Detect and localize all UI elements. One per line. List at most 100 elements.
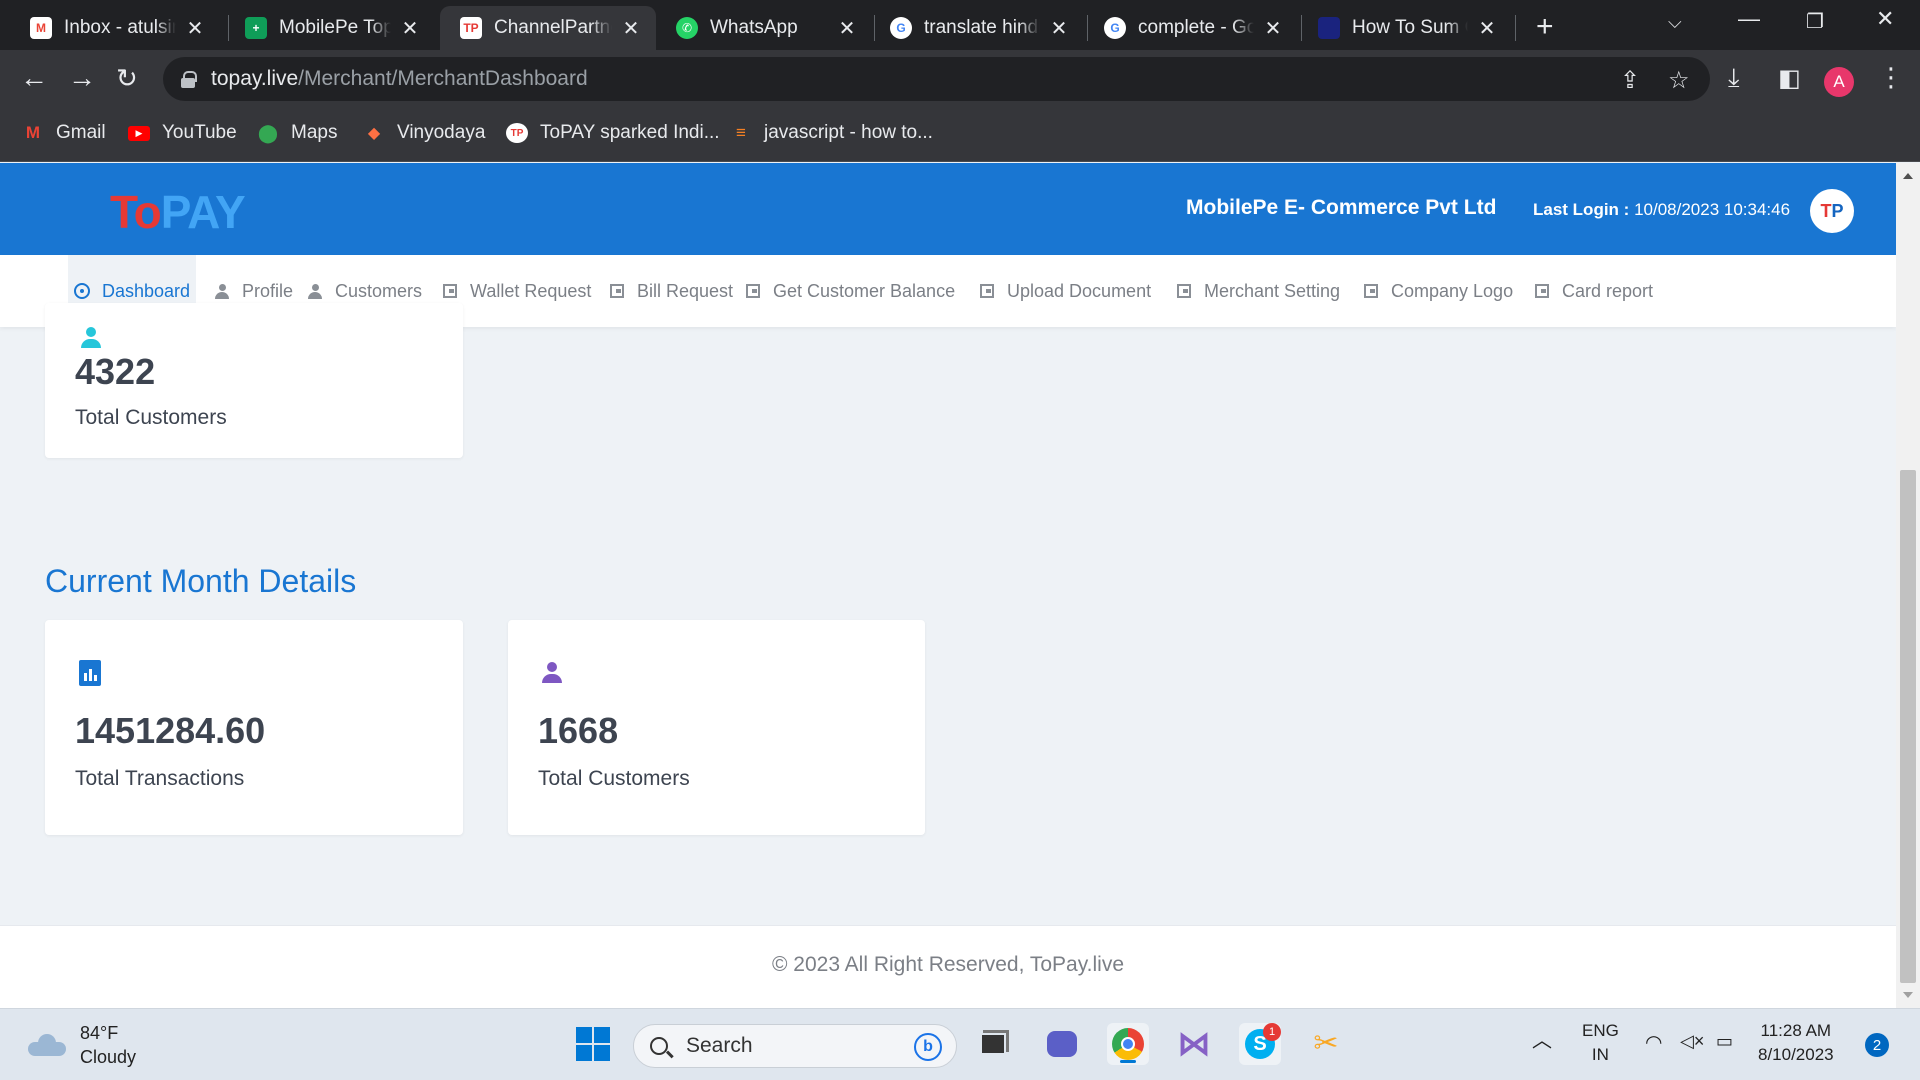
weather-condition: Cloudy [80,1047,137,1067]
browser-tab-strip: M Inbox - atulsingh ✕ + MobilePe Topay ✕… [0,0,1920,50]
nav-merchant-setting[interactable]: Merchant Setting [1176,255,1340,327]
tab-title: Inbox - atulsingh [64,17,176,38]
stat-label: Total Customers [75,406,227,429]
sheets-icon: + [245,17,267,39]
start-button[interactable] [572,1023,614,1065]
bookmark-maps[interactable]: ⬤ Maps [257,122,338,144]
wallet-icon [1176,283,1192,299]
dashboard-icon [74,283,90,299]
address-bar[interactable]: topay.live/Merchant/MerchantDashboard ⇪ … [163,57,1710,101]
visual-studio-icon: ⋈ [1177,1025,1211,1063]
bookmark-gmail[interactable]: M Gmail [22,122,106,144]
notification-badge[interactable]: 2 [1865,1033,1889,1057]
nav-bill-request[interactable]: Bill Request [609,255,733,327]
logo-to: To [110,186,162,238]
url-host: topay.live [211,67,299,90]
nav-get-customer-balance[interactable]: Get Customer Balance [745,255,955,327]
close-icon[interactable]: ✕ [620,16,642,41]
snipping-tool-button[interactable]: ✂ [1305,1023,1347,1065]
url-text[interactable]: topay.live/Merchant/MerchantDashboard [211,67,588,91]
nav-label: Dashboard [102,280,191,301]
customer-icon [542,662,562,684]
nav-wallet-request[interactable]: Wallet Request [442,255,591,327]
menu-kebab-icon[interactable]: ⋮ [1878,62,1904,93]
user-icon [307,283,323,299]
nav-label: Wallet Request [470,280,592,301]
close-icon[interactable]: ✕ [399,16,421,41]
nav-label: Merchant Setting [1204,280,1341,301]
close-icon[interactable]: ✕ [1476,16,1498,41]
nav-label: Bill Request [637,280,734,301]
weather-temperature: 84°F [80,1023,119,1043]
side-panel-icon[interactable]: ◧ [1778,64,1801,93]
scroll-down-arrow-icon[interactable] [1903,992,1913,998]
tab-title: translate hindi [924,17,1040,38]
skype-button[interactable]: S 1 [1239,1023,1281,1065]
task-view-button[interactable] [972,1023,1014,1065]
windows-logo-icon [576,1027,610,1061]
close-icon[interactable]: ✕ [1262,16,1284,41]
taskbar-search[interactable]: Search b [633,1024,957,1068]
speaker-muted-icon[interactable]: ◁× [1680,1029,1704,1053]
close-icon[interactable]: ✕ [1048,16,1070,41]
nav-card-report[interactable]: Card report [1534,255,1653,327]
nav-label: Upload Document [1007,280,1152,301]
topay-icon: TP [460,17,482,39]
tab-translate[interactable]: G translate hindi ✕ [870,6,1084,50]
battery-icon[interactable]: ▭ [1716,1029,1733,1053]
tab-title: ChannelPartner [494,17,612,38]
page-scrollbar[interactable] [1896,163,1920,1008]
tab-search-icon[interactable]: ⌵ [1668,12,1682,33]
google-icon: G [890,17,912,39]
scrollbar-thumb[interactable] [1900,470,1916,983]
nav-upload-document[interactable]: Upload Document [979,255,1151,327]
nav-label: Card report [1562,280,1654,301]
tab-how-to-sum[interactable]: How To Sum C ✕ [1298,6,1512,50]
bookmark-youtube[interactable]: ▶ YouTube [128,122,237,144]
bookmark-label: Vinyodaya [397,122,486,143]
weather-widget[interactable]: 84°F Cloudy [28,1021,136,1069]
clock[interactable]: 11:28 AM 8/10/2023 [1758,1019,1834,1067]
bookmark-topay[interactable]: TP ToPAY sparked Indi... [506,122,720,144]
back-button[interactable]: ← [20,62,48,94]
tab-complete[interactable]: G complete - Google ✕ [1084,6,1298,50]
minimize-button[interactable]: — [1738,6,1760,32]
close-icon[interactable]: ✕ [184,16,206,41]
bookmark-vinyodaya[interactable]: ◆ Vinyodaya [363,122,486,144]
tab-channelpartner[interactable]: TP ChannelPartner ✕ [440,6,656,50]
nav-company-logo[interactable]: Company Logo [1363,255,1513,327]
bookmark-star-icon[interactable]: ☆ [1668,66,1690,95]
nav-label: Company Logo [1391,280,1514,301]
topay-logo[interactable]: ToPAY [110,185,246,239]
restore-button[interactable]: ❐ [1806,9,1824,34]
download-icon[interactable]: ⤓ [1728,62,1740,94]
visual-studio-button[interactable]: ⋈ [1173,1023,1215,1065]
user-avatar[interactable]: TP [1810,189,1854,233]
wallet-icon [442,283,458,299]
teams-chat-button[interactable] [1041,1023,1083,1065]
close-window-button[interactable]: ✕ [1876,6,1894,32]
tab-sheets[interactable]: + MobilePe Topay ✕ [225,6,435,50]
gmail-icon: M [30,17,52,39]
profile-avatar[interactable]: A [1824,67,1854,97]
site-footer: © 2023 All Right Reserved, ToPay.live [0,925,1896,1008]
bing-icon[interactable]: b [914,1033,942,1061]
chrome-taskbar-button[interactable] [1107,1023,1149,1065]
language-indicator[interactable]: ENG IN [1582,1019,1619,1067]
wallet-icon [1534,283,1550,299]
tab-whatsapp[interactable]: ✆ WhatsApp ✕ [656,6,872,50]
generic-page-icon [1318,17,1340,39]
scroll-up-arrow-icon[interactable] [1903,173,1913,179]
bookmark-label: javascript - how to... [764,122,933,143]
tab-gmail[interactable]: M Inbox - atulsingh ✕ [10,6,220,50]
bookmark-javascript[interactable]: ≡ javascript - how to... [730,122,933,144]
show-hidden-icons-chevron-icon[interactable]: ︿ [1532,1029,1552,1053]
forward-button[interactable]: → [68,62,96,94]
last-login-value: 10/08/2023 10:34:46 [1634,200,1791,219]
close-icon[interactable]: ✕ [836,16,858,41]
share-icon[interactable]: ⇪ [1620,66,1640,95]
topay-icon: TP [506,123,528,143]
new-tab-button[interactable]: + [1536,10,1554,44]
reload-button[interactable]: ↻ [116,63,138,94]
wifi-icon[interactable]: ◠ [1645,1031,1662,1055]
